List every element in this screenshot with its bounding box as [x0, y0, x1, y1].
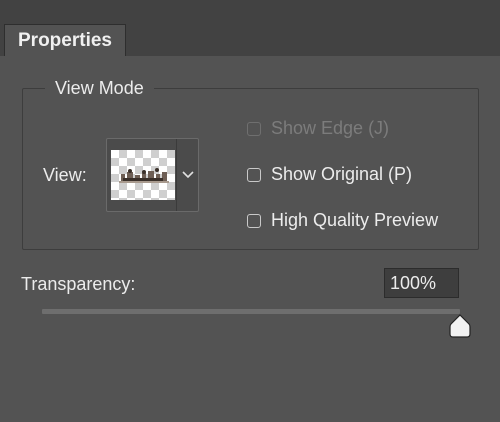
- high-quality-preview-checkbox[interactable]: [247, 213, 261, 228]
- transparency-slider-thumb[interactable]: [449, 314, 471, 338]
- show-edge-checkbox: [247, 121, 261, 136]
- show-original-option[interactable]: Show Original (P): [247, 164, 412, 185]
- high-quality-preview-label[interactable]: High Quality Preview: [271, 210, 438, 231]
- view-label: View:: [43, 165, 87, 185]
- chevron-down-icon[interactable]: [176, 139, 198, 211]
- panel-tab-bar: Properties: [0, 0, 500, 57]
- show-edge-label: Show Edge (J): [271, 118, 390, 138]
- view-thumbnail-icon: [111, 150, 175, 200]
- transparency-slider-track[interactable]: [42, 309, 460, 314]
- high-quality-preview-option[interactable]: High Quality Preview: [247, 210, 438, 231]
- transparency-label: Transparency:: [21, 274, 136, 294]
- view-mode-dropdown[interactable]: [106, 138, 199, 212]
- view-mode-legend: View Mode: [55, 78, 144, 98]
- transparency-input[interactable]: [384, 268, 459, 298]
- tab-properties[interactable]: Properties: [4, 24, 126, 57]
- show-original-label[interactable]: Show Original (P): [271, 164, 412, 185]
- show-edge-option: Show Edge (J): [247, 118, 389, 139]
- show-original-checkbox[interactable]: [247, 167, 261, 182]
